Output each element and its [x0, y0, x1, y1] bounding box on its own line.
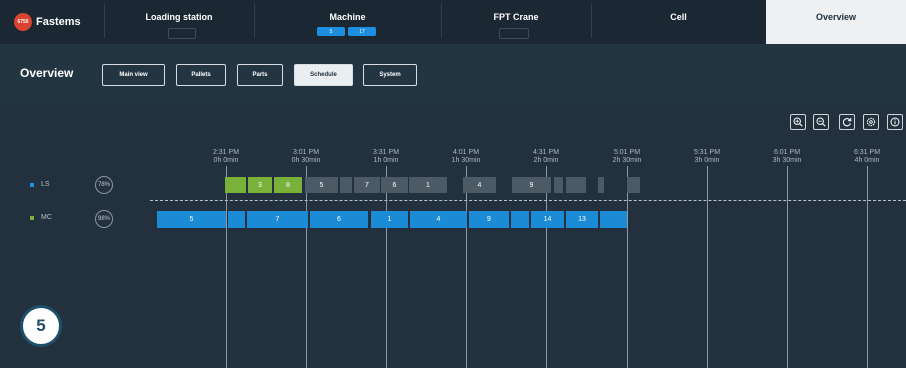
ls-schedule-block[interactable] [566, 177, 586, 193]
tab-label: Overview [815, 12, 857, 22]
step-number-badge: 5 [20, 305, 62, 347]
time-tick: 6:31 PM 4h 0min [853, 149, 881, 164]
ls-schedule-block[interactable]: 8 [274, 177, 302, 193]
gridline [627, 166, 628, 368]
settings-icon[interactable] [863, 114, 879, 130]
time-tick: 3:01 PM 0h 30min [291, 149, 321, 164]
time-tick: 5:31 PM 3h 0min [693, 149, 721, 164]
top-navigation: 6750 Fastems Loading station Machine 5 1… [0, 0, 906, 44]
time-tick: 4:01 PM 1h 30min [451, 149, 481, 164]
parts-button[interactable]: Parts [237, 64, 283, 86]
mc-row-bullet [30, 216, 34, 220]
machine-badge: 5 [317, 27, 345, 36]
row-name-mc: MC [41, 214, 52, 221]
ls-schedule-block[interactable]: 3 [248, 177, 272, 193]
ls-schedule-block[interactable] [627, 177, 640, 193]
gridline [787, 166, 788, 368]
ls-schedule-block[interactable] [340, 177, 352, 193]
mc-schedule-block[interactable]: 5 [157, 211, 226, 228]
refresh-icon[interactable] [839, 114, 855, 130]
time-tick: 2:31 PM 0h 0min [212, 149, 240, 164]
brand-name: Fastems [36, 16, 81, 28]
time-tick: 3:31 PM 1h 0min [372, 149, 400, 164]
tab-machine[interactable]: Machine 5 17 [254, 0, 441, 44]
zoom-out-icon[interactable] [813, 114, 829, 130]
tab-label: Machine [329, 12, 366, 22]
tab-overview[interactable]: Overview [766, 0, 906, 44]
gridline [306, 166, 307, 368]
ls-schedule-block[interactable] [598, 177, 604, 193]
row-name-ls: LS [41, 181, 50, 188]
time-tick: 5:01 PM 2h 30min [612, 149, 642, 164]
system-button[interactable]: System [363, 64, 417, 86]
main-view-button[interactable]: Main view [102, 64, 165, 86]
time-tick: 6:01 PM 3h 30min [772, 149, 802, 164]
ls-row-bullet [30, 183, 34, 187]
logo-badge: 6750 [14, 13, 32, 31]
tab-loading-station[interactable]: Loading station [104, 0, 254, 44]
tab-cell[interactable]: Cell [591, 0, 766, 44]
view-header: Overview Main view Pallets Parts Schedul… [0, 44, 906, 104]
ls-schedule-block[interactable]: 5 [305, 177, 338, 193]
ls-schedule-block[interactable]: 7 [354, 177, 380, 193]
mc-schedule-block[interactable] [511, 211, 529, 228]
mc-schedule-block[interactable]: 13 [566, 211, 598, 228]
mc-schedule-block[interactable]: 4 [410, 211, 467, 228]
tab-fpt-crane[interactable]: FPT Crane [441, 0, 591, 44]
mc-schedule-block[interactable] [228, 211, 245, 228]
ls-utilization: 78% [95, 176, 113, 194]
ls-schedule-block[interactable]: 9 [512, 177, 551, 193]
gridline [707, 166, 708, 368]
ls-schedule-block[interactable] [554, 177, 563, 193]
time-tick: 4:31 PM 2h 0min [532, 149, 560, 164]
gridline [466, 166, 467, 368]
ls-schedule-block[interactable]: 6 [381, 177, 408, 193]
schedule-button[interactable]: Schedule [294, 64, 353, 86]
info-icon[interactable] [887, 114, 903, 130]
ls-schedule-block[interactable]: 1 [409, 177, 447, 193]
tab-label: Cell [670, 12, 687, 22]
ls-schedule-block[interactable] [225, 177, 246, 193]
logo: 6750 Fastems [14, 13, 81, 31]
zoom-in-icon[interactable] [790, 114, 806, 130]
row-divider [150, 200, 906, 201]
mc-schedule-block[interactable] [600, 211, 627, 228]
machine-badge: 17 [348, 27, 376, 36]
tab-label: FPT Crane [493, 12, 539, 22]
gridline [386, 166, 387, 368]
gridline [226, 166, 227, 368]
gridline [546, 166, 547, 368]
pallets-button[interactable]: Pallets [176, 64, 226, 86]
ls-schedule-block[interactable]: 4 [463, 177, 496, 193]
mc-schedule-block[interactable]: 9 [469, 211, 509, 228]
mc-schedule-block[interactable]: 1 [371, 211, 408, 228]
gridline [867, 166, 868, 368]
mc-schedule-block[interactable]: 6 [310, 211, 368, 228]
page-title: Overview [20, 66, 74, 80]
tab-label: Loading station [145, 12, 213, 22]
mc-schedule-block[interactable]: 7 [247, 211, 308, 228]
mc-schedule-block[interactable]: 14 [531, 211, 564, 228]
mc-utilization: 98% [95, 210, 113, 228]
